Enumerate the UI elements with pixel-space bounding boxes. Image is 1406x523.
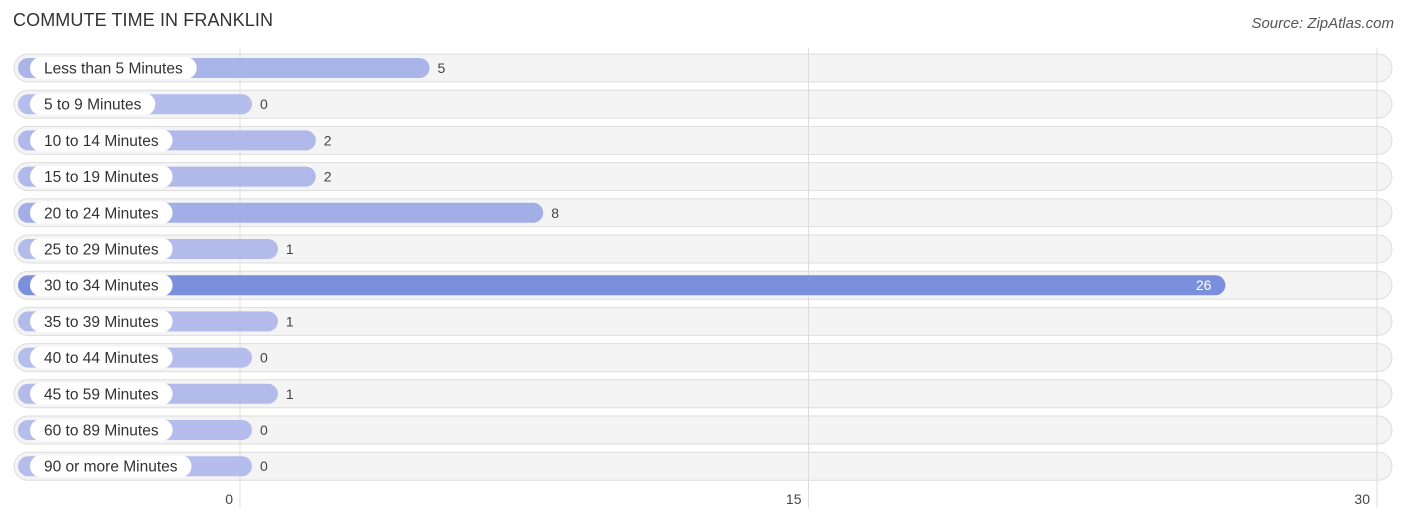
category-label: 30 to 34 Minutes — [44, 278, 159, 295]
bar-group: 30 to 34 Minutes 26 — [18, 274, 1226, 297]
value-label: 2 — [324, 132, 332, 148]
category-label: 25 to 29 Minutes — [44, 242, 159, 259]
value-label: 1 — [286, 313, 294, 329]
x-tick-label: 15 — [786, 491, 802, 507]
category-label: 40 to 44 Minutes — [44, 350, 159, 367]
x-tick-label: 0 — [225, 491, 233, 507]
value-label: 0 — [260, 350, 268, 366]
category-label: 15 to 19 Minutes — [44, 169, 159, 186]
bar-group: 40 to 44 Minutes 0 — [18, 346, 268, 369]
x-axis-ticks: 0 15 30 — [225, 491, 1370, 507]
value-label: 0 — [260, 422, 268, 438]
bar-group: 60 to 89 Minutes 0 — [18, 419, 268, 441]
value-label: 26 — [1196, 277, 1212, 293]
bar-group: 15 to 19 Minutes 2 — [18, 165, 332, 188]
value-label: 0 — [260, 96, 268, 112]
bar-group: 5 to 9 Minutes 0 — [18, 93, 268, 116]
bar-chart: Less than 5 Minutes 5 5 to 9 Minutes 0 10 to… — [13, 48, 1393, 508]
bar-group: 20 to 24 Minutes 8 — [18, 201, 559, 224]
row-backgrounds — [13, 53, 1393, 481]
value-label: 8 — [551, 205, 559, 221]
value-label: 1 — [286, 386, 294, 402]
category-label: 90 or more Minutes — [44, 459, 178, 476]
bar-group: 10 to 14 Minutes 2 — [18, 129, 332, 152]
x-tick-label: 30 — [1354, 491, 1370, 507]
bar-group: Less than 5 Minutes 5 — [18, 57, 446, 79]
bars: Less than 5 Minutes 5 5 to 9 Minutes 0 10 to… — [18, 57, 1226, 478]
category-label: 10 to 14 Minutes — [44, 133, 159, 150]
category-label: 60 to 89 Minutes — [44, 423, 159, 440]
value-label: 2 — [324, 169, 332, 185]
value-label: 5 — [438, 60, 446, 76]
category-label: 35 to 39 Minutes — [44, 314, 159, 331]
category-label: Less than 5 Minutes — [44, 61, 183, 78]
category-label: 20 to 24 Minutes — [44, 205, 159, 222]
category-label: 45 to 59 Minutes — [44, 386, 159, 403]
bar — [18, 275, 1226, 296]
bar-group: 45 to 59 Minutes 1 — [18, 382, 294, 405]
category-label: 5 to 9 Minutes — [44, 97, 142, 114]
bar-group: 90 or more Minutes 0 — [18, 455, 268, 478]
value-label: 1 — [286, 241, 294, 257]
bar-group: 35 to 39 Minutes 1 — [18, 310, 294, 333]
bar-group: 25 to 29 Minutes 1 — [18, 238, 294, 260]
value-label: 0 — [260, 458, 268, 474]
